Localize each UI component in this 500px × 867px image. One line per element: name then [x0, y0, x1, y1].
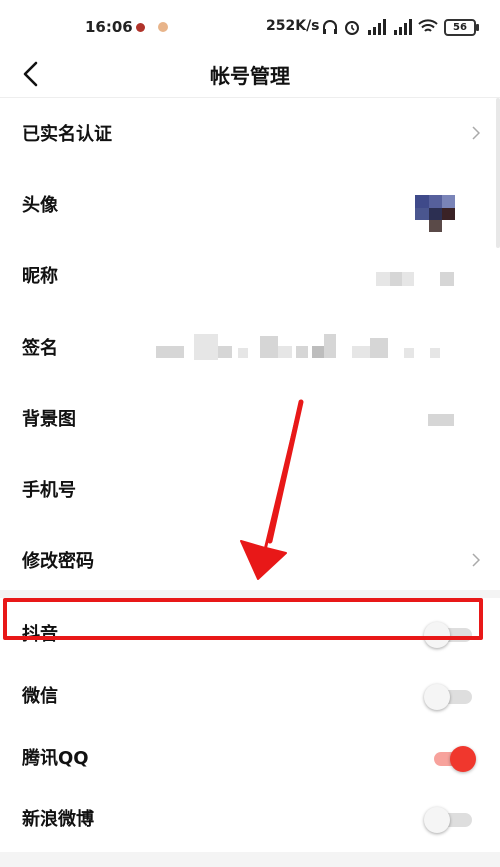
background-thumbnail — [428, 414, 454, 426]
row-nickname[interactable]: 昵称 — [0, 254, 500, 294]
row-weibo: 新浪微博 — [0, 799, 500, 839]
chevron-right-icon — [472, 126, 480, 140]
alarm-icon — [345, 21, 359, 35]
wechat-toggle[interactable] — [424, 684, 472, 710]
row-label: 昵称 — [22, 266, 58, 287]
signal-icon — [368, 19, 386, 35]
row-background[interactable]: 背景图 — [0, 397, 500, 437]
row-change-password[interactable]: 修改密码 — [0, 539, 500, 579]
row-wechat: 微信 — [0, 676, 500, 716]
row-real-name[interactable]: 已实名认证 — [0, 112, 500, 152]
notification-icon-2 — [158, 22, 168, 32]
qq-toggle[interactable] — [434, 746, 476, 772]
highlight-box — [3, 598, 483, 640]
section-divider — [0, 590, 500, 598]
signal-icon-2 — [394, 19, 412, 35]
wifi-icon — [418, 19, 438, 32]
chevron-right-icon — [472, 553, 480, 567]
row-label: 腾讯QQ — [22, 748, 89, 769]
page-title: 帐号管理 — [210, 64, 290, 88]
headphones-icon — [323, 20, 337, 34]
row-label: 修改密码 — [22, 551, 94, 572]
scrollbar[interactable] — [496, 98, 500, 248]
row-signature[interactable]: 签名 — [0, 326, 500, 366]
divider — [0, 97, 500, 98]
row-label: 签名 — [22, 338, 58, 359]
network-speed: 252K/s — [266, 18, 320, 34]
app-header: 帐号管理 — [0, 54, 500, 98]
status-icons: 56 — [322, 18, 479, 36]
status-bar: 16:06 252K/s 56 — [0, 0, 500, 54]
status-time: 16:06 — [85, 18, 133, 36]
row-label: 背景图 — [22, 409, 76, 430]
row-label: 微信 — [22, 686, 58, 707]
toggle-knob — [424, 807, 450, 833]
row-label: 新浪微博 — [22, 809, 94, 830]
row-qq: 腾讯QQ — [0, 738, 500, 778]
row-label: 已实名认证 — [22, 124, 112, 145]
battery-icon: 56 — [444, 18, 479, 36]
bottom-divider — [0, 852, 500, 867]
row-avatar[interactable]: 头像 — [0, 183, 500, 232]
toggle-knob — [424, 684, 450, 710]
avatar — [415, 195, 455, 235]
row-phone[interactable]: 手机号 — [0, 468, 500, 508]
toggle-knob — [450, 746, 476, 772]
notification-icon — [136, 23, 145, 32]
weibo-toggle[interactable] — [424, 807, 472, 833]
row-label: 头像 — [22, 195, 58, 216]
row-label: 手机号 — [22, 480, 76, 501]
